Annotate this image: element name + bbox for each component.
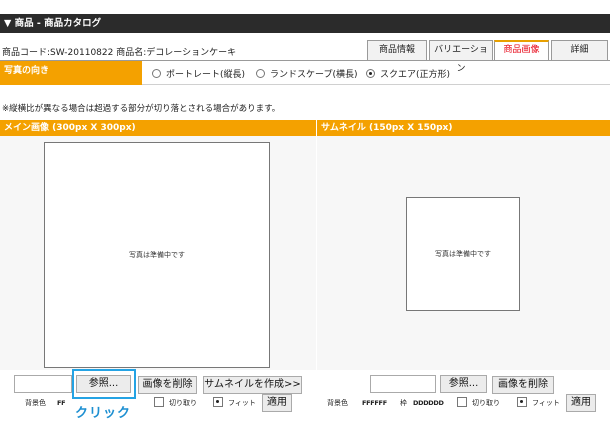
radio-landscape-dot[interactable]	[256, 69, 265, 78]
thumb-bg-value: FFFFFF	[362, 399, 387, 407]
thumb-fit-dot	[518, 398, 526, 406]
main-bg-value: FF	[57, 399, 66, 407]
click-callout: クリック	[75, 406, 132, 421]
product-name: デコレーションケーキ	[146, 48, 237, 58]
thumb-crop-label: 切り取り	[472, 399, 500, 407]
radio-portrait[interactable]: ポートレート(縦長)	[152, 67, 245, 80]
tab-details[interactable]: 詳細	[551, 40, 608, 60]
radio-portrait-label: ポートレート(縦長)	[166, 70, 246, 80]
thumbnail-header: サムネイル (150px X 150px)	[317, 120, 610, 136]
main-crop-radio[interactable]	[154, 397, 164, 407]
product-info: 商品コード:SW-20110822 商品名:デコレーションケーキ	[2, 45, 236, 58]
thumb-fit-radio[interactable]	[517, 397, 527, 407]
tab-product-info[interactable]: 商品情報	[367, 40, 427, 60]
thumbnail-placeholder: 写真は準備中です	[435, 250, 491, 258]
thumb-apply-button[interactable]: 適用	[566, 394, 596, 412]
product-code: SW-20110822	[50, 48, 114, 58]
thumbnail-panel: 写真は準備中です	[317, 136, 610, 370]
radio-square-dot[interactable]	[366, 69, 375, 78]
main-image-header: メイン画像 (300px X 300px)	[0, 120, 316, 136]
thumb-frame-value: DDDDDD	[413, 399, 444, 407]
main-apply-button[interactable]: 適用	[262, 394, 292, 412]
window-title: ▼ 商品 - 商品カタログ	[0, 14, 610, 33]
browse-highlight-box	[72, 369, 136, 399]
main-image-delete-button[interactable]: 画像を削除	[138, 376, 197, 394]
main-crop-label: 切り取り	[169, 399, 197, 407]
main-image-placeholder: 写真は準備中です	[129, 251, 185, 259]
thumbnail-file-field[interactable]	[370, 375, 436, 393]
main-image-file-field[interactable]	[14, 375, 72, 393]
radio-landscape[interactable]: ランドスケープ(横長)	[256, 67, 357, 80]
main-image-panel: 写真は準備中です	[0, 136, 316, 370]
tab-product-image[interactable]: 商品画像	[494, 40, 549, 61]
main-bg-label: 背景色	[25, 399, 46, 407]
product-name-label: 商品名:	[116, 48, 147, 58]
product-code-label: 商品コード:	[2, 48, 51, 58]
thumb-crop-radio[interactable]	[457, 397, 467, 407]
main-fit-dot	[214, 398, 222, 406]
radio-portrait-dot[interactable]	[152, 69, 161, 78]
tab-variation[interactable]: バリエーション	[429, 40, 493, 74]
make-thumbnail-button[interactable]: サムネイルを作成>>	[203, 376, 302, 394]
radio-landscape-label: ランドスケープ(横長)	[270, 70, 358, 80]
thumbnail-preview: 写真は準備中です	[406, 197, 520, 311]
main-fit-label: フィット	[228, 399, 256, 407]
thumb-frame-label: 枠	[400, 399, 407, 407]
orientation-label: 写真の向き	[0, 61, 142, 85]
main-fit-radio[interactable]	[213, 397, 223, 407]
thumb-fit-label: フィット	[532, 399, 560, 407]
radio-square-label: スクエア(正方形)	[380, 70, 451, 80]
thumb-bg-label: 背景色	[327, 399, 348, 407]
orientation-row: 写真の向き ポートレート(縦長) ランドスケープ(横長) スクエア(正方形)	[0, 61, 610, 85]
crop-notice: ※縦横比が異なる場合は超過する部分が切り落とされる場合があります。	[2, 104, 281, 114]
thumbnail-delete-button[interactable]: 画像を削除	[492, 376, 554, 394]
radio-square[interactable]: スクエア(正方形)	[366, 67, 450, 80]
main-image-preview: 写真は準備中です	[44, 142, 270, 368]
thumbnail-browse-button[interactable]: 参照...	[440, 375, 487, 393]
